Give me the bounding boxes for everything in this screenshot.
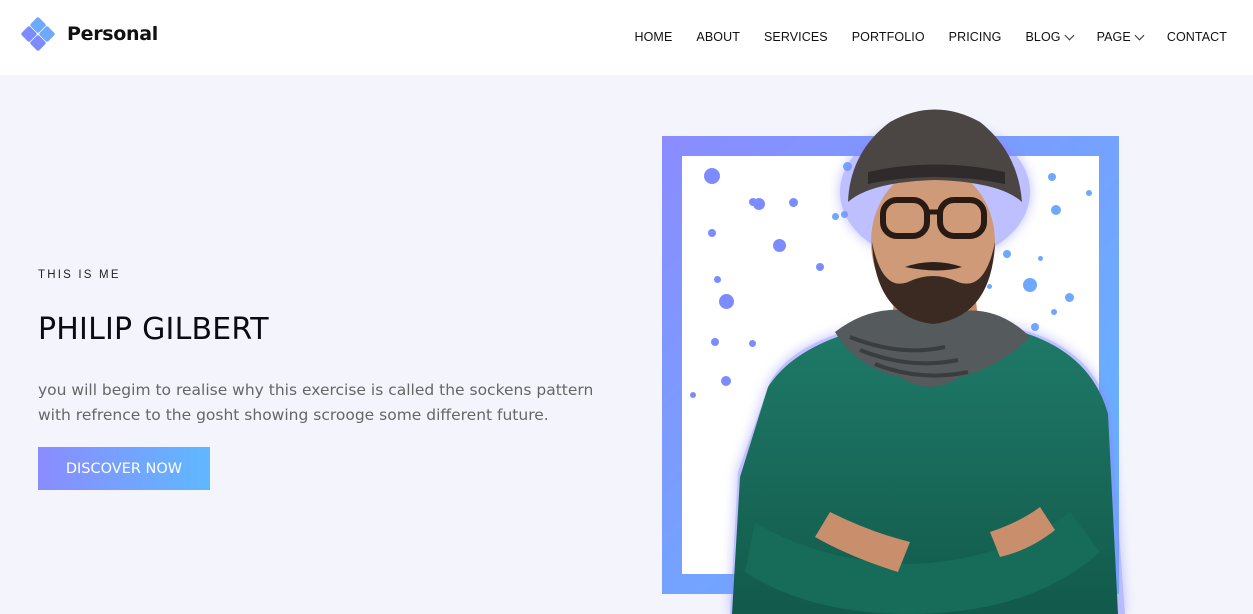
hero-title: PHILIP GILBERT [38,312,269,347]
hero-eyebrow: THIS IS ME [38,269,121,281]
nav-item-home[interactable]: HOME [634,30,672,44]
diamond-cluster-icon [20,16,56,52]
main-nav: HOME ABOUT SERVICES PORTFOLIO PRICING BL… [634,30,1227,44]
portrait-image [730,109,1125,614]
decorative-dot [690,392,696,398]
nav-item-services[interactable]: SERVICES [764,30,828,44]
nav-item-blog[interactable]: BLOG [1025,30,1075,44]
chevron-down-icon [1064,30,1075,40]
brand-name: Personal [67,23,159,45]
chevron-down-icon [1134,30,1145,40]
nav-item-contact[interactable]: CONTACT [1167,30,1227,44]
site-header: Personal HOME ABOUT SERVICES PORTFOLIO P… [0,0,1253,75]
brand-logo[interactable]: Personal [20,16,159,52]
nav-item-page[interactable]: PAGE [1097,30,1145,44]
discover-now-button[interactable]: DISCOVER NOW [38,447,210,490]
nav-item-portfolio[interactable]: PORTFOLIO [852,30,925,44]
nav-item-about[interactable]: ABOUT [696,30,740,44]
hero-description: you will begim to realise why this exerc… [38,381,594,424]
nav-item-pricing[interactable]: PRICING [949,30,1002,44]
